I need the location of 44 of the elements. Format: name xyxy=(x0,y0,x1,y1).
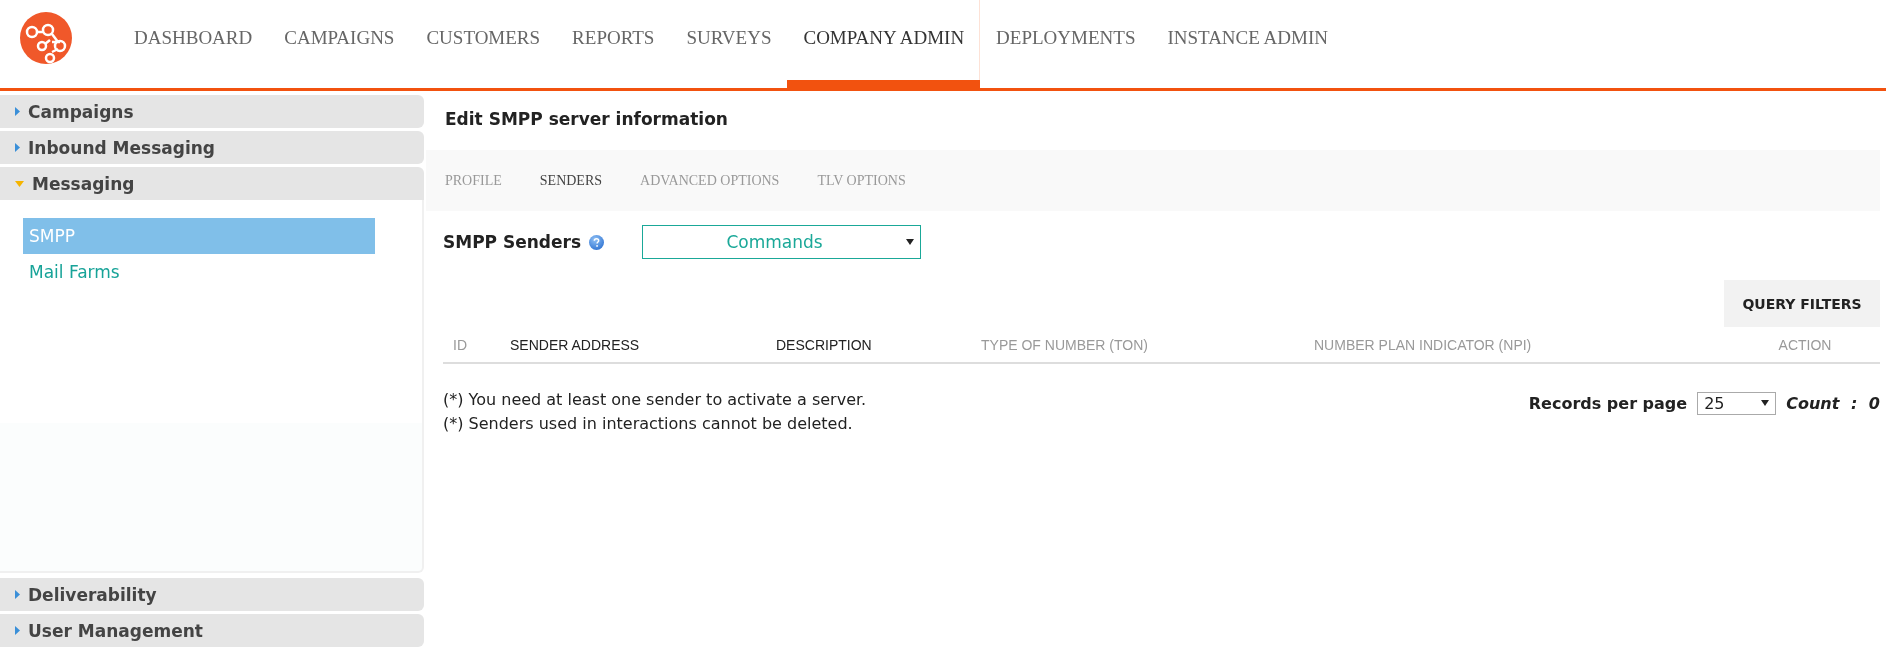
records-per-page-label: Records per page xyxy=(1528,393,1688,413)
caret-icon xyxy=(906,239,915,245)
nav-item[interactable]: COMPANY ADMIN xyxy=(787,0,981,88)
sidebar-section[interactable]: User Management xyxy=(0,614,424,647)
nav-item[interactable]: INSTANCE ADMIN xyxy=(1151,0,1344,88)
column-header: TYPE OF NUMBER (TON) xyxy=(981,336,1149,353)
column-header: ID xyxy=(453,336,468,353)
tab[interactable]: SENDERS xyxy=(539,172,622,189)
senders-label: SMPP Senders xyxy=(443,232,582,252)
nav-item[interactable]: CAMPAIGNS xyxy=(268,0,411,88)
caret-down-icon xyxy=(15,180,24,187)
section-label: Deliverability xyxy=(28,584,157,605)
nav-item[interactable]: SURVEYS xyxy=(670,0,788,88)
commands-dropdown[interactable]: Commands xyxy=(642,225,922,259)
sidebar-section[interactable]: Messaging xyxy=(0,167,424,200)
sidebar-section[interactable]: Inbound Messaging xyxy=(0,131,424,164)
caret-right-icon xyxy=(15,590,20,599)
nav-item[interactable]: DASHBOARD xyxy=(118,0,269,88)
section-label: Inbound Messaging xyxy=(28,137,215,158)
page-title: Edit SMPP server information xyxy=(444,108,729,131)
column-header: DESCRIPTION xyxy=(776,336,873,353)
caret-right-icon xyxy=(15,107,20,116)
nav-item[interactable]: DEPLOYMENTS xyxy=(980,0,1152,88)
section-label: User Management xyxy=(28,620,203,641)
sidebar-section[interactable]: Deliverability xyxy=(0,578,424,611)
logo-icon[interactable] xyxy=(20,12,72,64)
query-filters-button[interactable]: QUERY FILTERS xyxy=(1724,280,1880,327)
section-label: Campaigns xyxy=(28,101,134,122)
section-label: Messaging xyxy=(32,173,135,194)
count-text: Count : 0 xyxy=(1786,393,1880,413)
records-per-page-dropdown[interactable]: 25 xyxy=(1697,391,1777,415)
sidebar-section[interactable]: Campaigns xyxy=(0,95,424,128)
caret-right-icon xyxy=(15,626,20,635)
caret-icon xyxy=(1761,400,1770,406)
caret-right-icon xyxy=(15,143,20,152)
sidebar-item[interactable]: Mail Farms xyxy=(23,254,375,290)
nav-item[interactable]: CUSTOMERS xyxy=(410,0,557,88)
note-text: (*) Senders used in interactions cannot be deleted. xyxy=(443,413,854,435)
help-icon[interactable] xyxy=(589,234,605,250)
column-header: ACTION xyxy=(1777,336,1833,353)
column-header: NUMBER PLAN INDICATOR (NPI) xyxy=(1314,336,1533,353)
note-text: (*) You need at least one sender to activate a server. xyxy=(443,389,867,411)
column-header: SENDER ADDRESS xyxy=(510,336,641,353)
nav-item[interactable]: REPORTS xyxy=(556,0,671,88)
